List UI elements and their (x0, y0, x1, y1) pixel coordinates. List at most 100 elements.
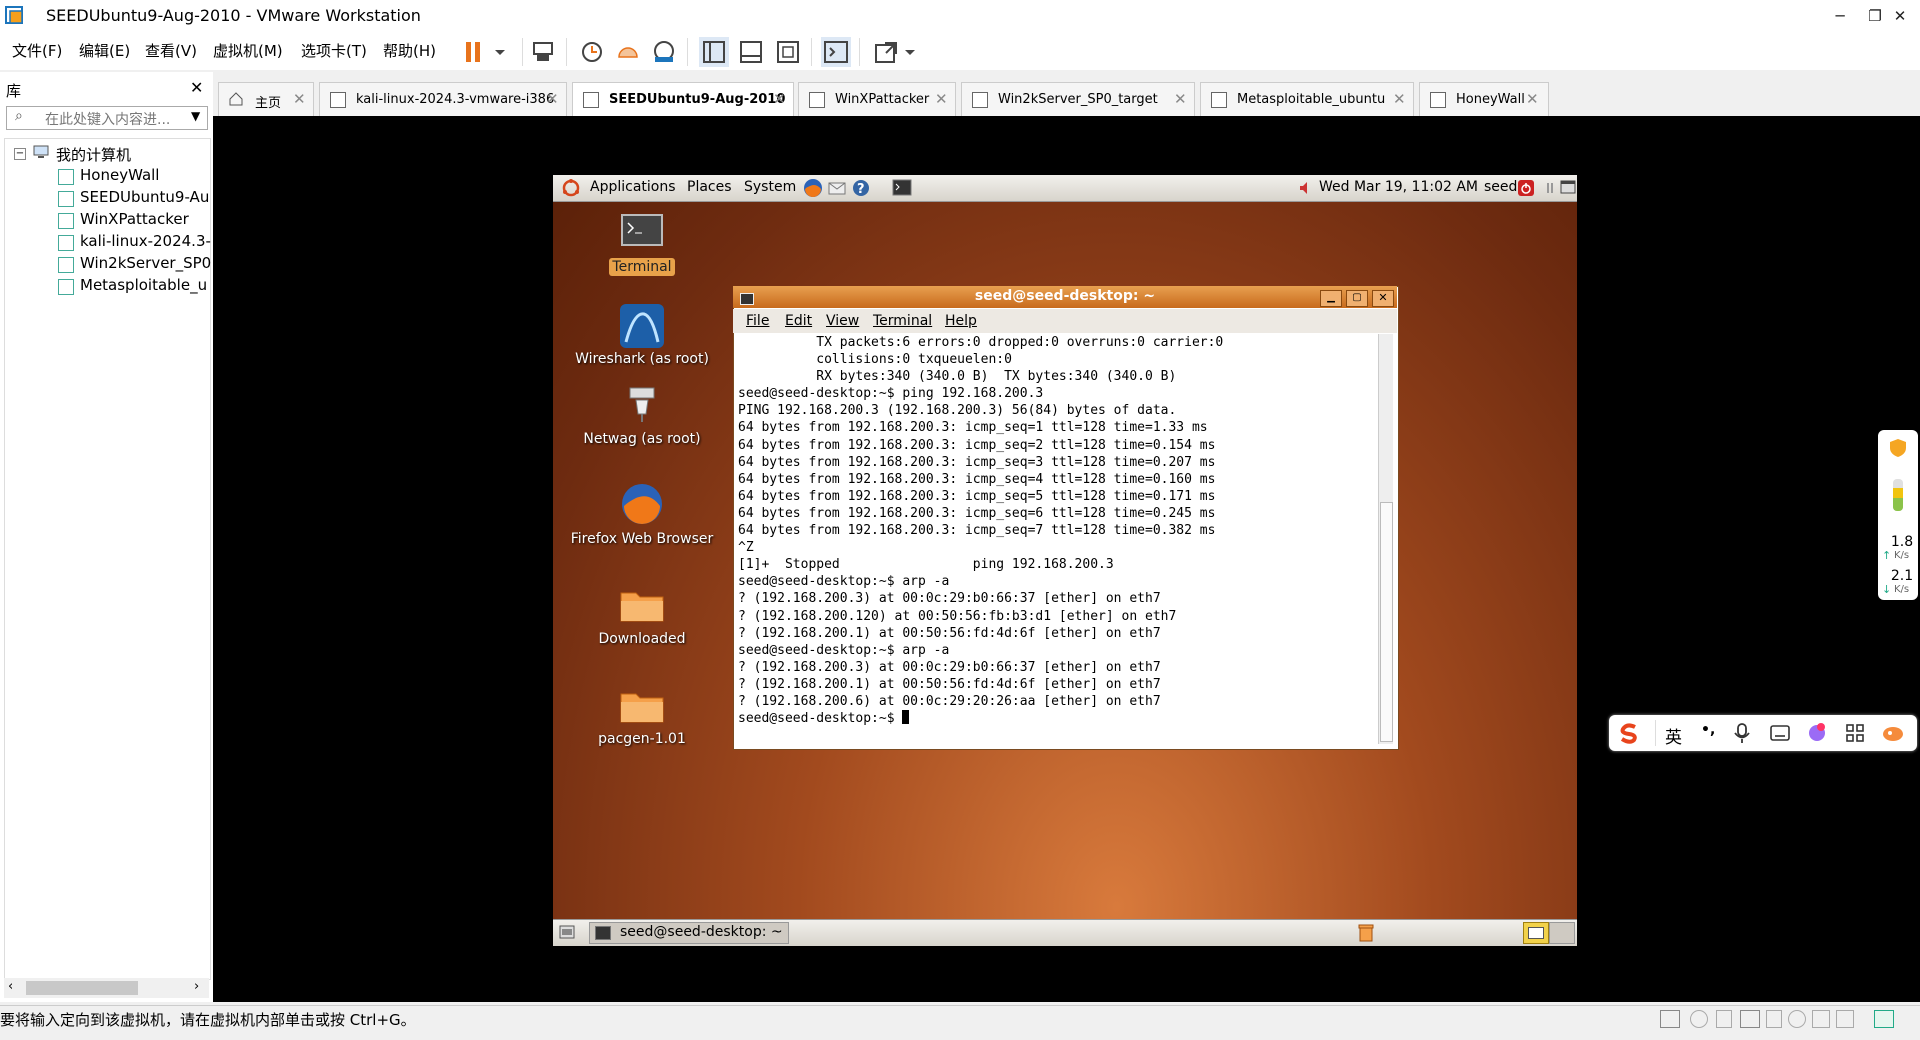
library-search-input[interactable]: ⌕ 在此处键入内容进... ▼ (6, 106, 208, 130)
usb-icon[interactable] (1766, 1010, 1782, 1028)
terminal-minimize-icon[interactable]: ▁ (1320, 290, 1342, 307)
firefox-launcher-icon[interactable] (802, 177, 824, 199)
terminal-menu-terminal[interactable]: Terminal (873, 313, 932, 329)
network-adapter-icon[interactable] (1740, 1010, 1760, 1028)
terminal-desktop-icon[interactable] (618, 211, 666, 259)
tab-honeywall[interactable]: HoneyWall ✕ (1419, 82, 1549, 117)
keyboard-icon[interactable] (1770, 724, 1790, 742)
tab-close-icon[interactable]: ✕ (935, 90, 948, 108)
printer-icon[interactable] (1812, 1010, 1830, 1028)
show-library-icon[interactable] (699, 37, 729, 67)
tree-collapse-icon[interactable]: − (14, 148, 26, 160)
show-windows-icon[interactable] (1560, 179, 1576, 195)
panel-user[interactable]: seed (1484, 179, 1517, 195)
console-view-icon[interactable] (821, 37, 851, 67)
minimize-button[interactable]: ─ (1820, 4, 1860, 28)
tree-root-my-computer[interactable]: 我的计算机 (56, 144, 131, 165)
fit-guest-icon[interactable] (773, 37, 803, 67)
terminal-launcher-icon[interactable] (892, 179, 912, 197)
terminal-menu-file[interactable]: File (746, 313, 769, 329)
skin-icon[interactable] (1806, 721, 1828, 743)
tree-item-honeywall[interactable]: HoneyWall (80, 166, 232, 184)
tab-kali[interactable]: kali-linux-2024.3-vmware-i386 ✕ (319, 82, 567, 117)
tab-close-icon[interactable]: ✕ (1526, 90, 1539, 108)
desktop-label-netwag[interactable]: Netwag (as root) (562, 431, 722, 447)
tab-metasploitable[interactable]: Metasploitable_ubuntu ✕ (1200, 82, 1414, 117)
tab-seedubuntu[interactable]: SEEDUbuntu9-Aug-2010 ✕ (572, 82, 794, 117)
ime-punctuation-toggle[interactable]: •, (1701, 722, 1715, 738)
workspace-2-icon[interactable] (1549, 922, 1575, 944)
sogou-logo-icon[interactable] (1617, 721, 1641, 745)
message-log-icon[interactable] (1874, 1010, 1894, 1028)
terminal-menu-edit[interactable]: Edit (785, 313, 812, 329)
terminal-maximize-icon[interactable]: ▢ (1346, 290, 1368, 307)
volume-icon[interactable] (1299, 181, 1313, 195)
shutdown-icon[interactable] (1518, 180, 1534, 196)
close-window-button[interactable]: ✕ (1880, 4, 1920, 28)
menu-edit[interactable]: 编辑(E) (79, 40, 130, 61)
pause-icon[interactable] (460, 37, 490, 67)
sound-card-icon[interactable] (1788, 1010, 1806, 1028)
terminal-scrollbar[interactable] (1378, 334, 1393, 744)
search-dropdown-icon[interactable]: ▼ (191, 109, 200, 123)
scroll-thumb[interactable] (26, 981, 138, 995)
fullscreen-icon[interactable] (871, 37, 901, 67)
panel-applications-menu[interactable]: Applications (590, 179, 676, 195)
ime-language-toggle[interactable]: 英 (1665, 723, 1682, 748)
tab-close-icon[interactable]: ✕ (1174, 90, 1187, 108)
tab-winxpattacker[interactable]: WinXPattacker ✕ (798, 82, 956, 117)
microphone-icon[interactable] (1733, 722, 1751, 744)
revert-snapshot-icon[interactable] (613, 37, 643, 67)
menu-view[interactable]: 查看(V) (145, 40, 197, 61)
tab-close-icon[interactable]: ✕ (773, 90, 786, 108)
desktop-label-pacgen[interactable]: pacgen-1.01 (562, 731, 722, 747)
wireshark-icon[interactable] (618, 302, 666, 350)
terminal-menu-help[interactable]: Help (945, 313, 977, 329)
tree-item-metasploitable[interactable]: Metasploitable_u (80, 276, 232, 294)
terminal-close-icon[interactable]: ✕ (1372, 290, 1394, 307)
snapshot-icon[interactable] (577, 37, 607, 67)
display-icon[interactable] (1836, 1010, 1854, 1028)
mail-launcher-icon[interactable] (827, 178, 847, 198)
menu-file[interactable]: 文件(F) (12, 40, 62, 61)
tab-close-icon[interactable]: ✕ (1393, 90, 1406, 108)
folder-icon[interactable] (618, 686, 666, 734)
tree-item-seedubuntu[interactable]: SEEDUbuntu9-Au (80, 188, 232, 206)
toolbox-grid-icon[interactable] (1845, 723, 1865, 743)
tree-item-winxpattacker[interactable]: WinXPattacker (80, 210, 232, 228)
help-launcher-icon[interactable]: ? (851, 178, 871, 198)
tab-win2kserver[interactable]: Win2kServer_SP0_target ✕ (961, 82, 1195, 117)
desktop-label-firefox[interactable]: Firefox Web Browser (562, 531, 722, 547)
tree-item-kali[interactable]: kali-linux-2024.3- (80, 232, 232, 250)
show-desktop-icon[interactable] (559, 924, 575, 940)
desktop-label-terminal[interactable]: Terminal (562, 258, 722, 276)
panel-clock[interactable]: Wed Mar 19, 11:02 AM (1319, 179, 1478, 195)
floppy-icon[interactable] (1716, 1010, 1732, 1028)
desktop-label-downloaded[interactable]: Downloaded (562, 631, 722, 647)
send-ctrl-alt-del-icon[interactable] (528, 37, 558, 67)
firefox-desktop-icon[interactable] (618, 480, 666, 528)
hard-disk-icon[interactable] (1660, 1010, 1680, 1028)
scroll-left-icon[interactable]: ‹ (8, 979, 13, 994)
ubuntu-logo-icon[interactable] (562, 179, 580, 197)
workspace-1-icon[interactable] (1523, 922, 1549, 944)
tab-home[interactable]: 主页 ✕ (218, 82, 314, 117)
cd-rom-icon[interactable] (1690, 1010, 1708, 1028)
terminal-output[interactable]: TX packets:6 errors:0 dropped:0 overruns… (738, 334, 1374, 744)
ime-mascot-icon[interactable] (1881, 723, 1905, 743)
menu-tabs[interactable]: 选项卡(T) (301, 40, 367, 61)
netwag-icon[interactable] (618, 384, 666, 432)
snapshot-manager-icon[interactable] (649, 37, 679, 67)
panel-system-menu[interactable]: System (744, 179, 796, 195)
trash-icon[interactable] (1358, 922, 1374, 942)
tree-item-win2kserver[interactable]: Win2kServer_SP0 (80, 254, 232, 272)
terminal-menu-view[interactable]: View (826, 313, 859, 329)
shield-icon[interactable] (1889, 438, 1907, 458)
menu-vm[interactable]: 虚拟机(M) (213, 40, 283, 61)
desktop-label-wireshark[interactable]: Wireshark (as root) (562, 351, 722, 367)
thumbnail-bar-icon[interactable] (736, 37, 766, 67)
folder-icon[interactable] (618, 585, 666, 633)
menu-help[interactable]: 帮助(H) (383, 40, 436, 61)
taskbar-terminal-button[interactable]: seed@seed-desktop: ~ (589, 922, 789, 944)
library-horizontal-scrollbar[interactable]: ‹ › (4, 978, 209, 998)
